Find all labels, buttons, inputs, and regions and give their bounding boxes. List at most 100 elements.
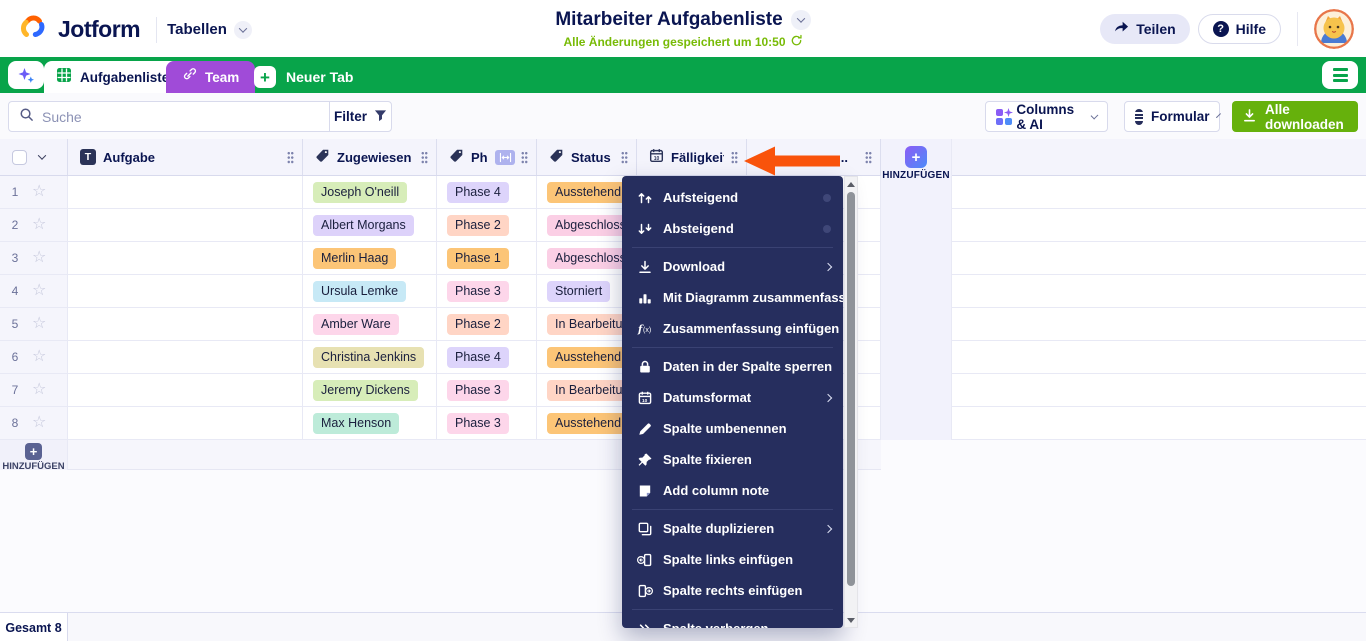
star-icon[interactable]: ☆ [32,184,46,200]
assignee-chip: Albert Morgans [313,215,414,236]
cell-aufgabe[interactable] [68,341,303,373]
help-button[interactable]: ? Hilfe [1198,14,1281,44]
tab-team[interactable]: Team [166,61,255,93]
row-number: 5 [0,317,30,331]
svg-text:10: 10 [654,156,660,162]
menu-item-spalte-fixieren[interactable]: Spalte fixieren [622,444,843,475]
cell-zugewiesen[interactable]: Merlin Haag [303,242,437,274]
header-divider [1297,12,1298,46]
menu-item-spalte-verbergen[interactable]: Spalte verbergen [622,613,843,628]
star-icon[interactable]: ☆ [32,283,46,299]
cell-phase[interactable]: Phase 4 [437,176,537,208]
toggle-dot [823,225,831,233]
refresh-icon[interactable] [790,34,803,50]
row-number: 4 [0,284,30,298]
menu-item-mit-diagramm-zusammenfassen[interactable]: Mit Diagramm zusammenfassen [622,282,843,313]
title-chevron-icon[interactable] [791,10,811,30]
avatar[interactable] [1314,9,1354,49]
star-icon[interactable]: ☆ [32,415,46,431]
cell-phase[interactable]: Phase 3 [437,374,537,406]
cell-phase[interactable]: Phase 1 [437,242,537,274]
cell-zugewiesen[interactable]: Ursula Lemke [303,275,437,307]
cell-aufgabe[interactable] [68,374,303,406]
menu-item-daten-in-der-spalte-sperren[interactable]: Daten in der Spalte sperren [622,351,843,382]
star-icon[interactable]: ☆ [32,217,46,233]
column-header-aufgabe[interactable]: T Aufgabe [68,139,303,175]
filter-button[interactable]: Filter [329,101,392,132]
cell-zugewiesen[interactable]: Joseph O'neill [303,176,437,208]
menu-item-label: Spalte umbenennen [663,421,787,436]
menu-item-spalte-rechts-einf-gen[interactable]: Spalte rechts einfügen [622,575,843,606]
scrollbar-thumb[interactable] [847,192,855,586]
ai-sparkle-button[interactable] [8,61,44,89]
share-button[interactable]: Teilen [1100,14,1189,44]
column-width-icon[interactable] [495,150,515,165]
cell-aufgabe[interactable] [68,209,303,241]
cell-aufgabe[interactable] [68,275,303,307]
menu-item-label: Spalte duplizieren [663,521,774,536]
cell-phase[interactable]: Phase 4 [437,341,537,373]
column-header-faelligkeit[interactable]: 10 Fälligkeit... [637,139,747,175]
cell-zugewiesen[interactable]: Christina Jenkins [303,341,437,373]
star-icon[interactable]: ☆ [32,250,46,266]
star-icon[interactable]: ☆ [32,316,46,332]
scroll-down-icon[interactable] [845,613,857,627]
add-row-button[interactable]: + HINZUFÜGEN [0,440,68,470]
column-header-status[interactable]: Status [537,139,637,175]
column-header-phase[interactable]: Ph... [437,139,537,175]
scroll-up-icon[interactable] [845,177,857,191]
menu-item-add-column-note[interactable]: Add column note [622,475,843,506]
star-icon[interactable]: ☆ [32,382,46,398]
menu-item-absteigend[interactable]: Absteigend [622,213,843,244]
tab-bar: Aufgabenliste Team + Neuer Tab [0,57,1366,93]
add-column-button[interactable]: + [905,146,927,168]
cell-aufgabe[interactable] [68,176,303,208]
calendar-icon: 10 [636,390,653,406]
menu-scrollbar[interactable] [844,176,858,628]
download-all-button[interactable]: Alle downloaden [1232,101,1358,132]
menu-item-datumsformat[interactable]: 10Datumsformat [622,382,843,413]
column-menu-icon[interactable] [865,151,872,164]
cell-zugewiesen[interactable]: Albert Morgans [303,209,437,241]
cell-aufgabe[interactable] [68,407,303,439]
cell-aufgabe[interactable] [68,308,303,340]
menu-item-spalte-umbenennen[interactable]: Spalte umbenennen [622,413,843,444]
submenu-arrow-icon [824,262,832,270]
menu-divider [632,509,833,510]
cell-phase[interactable]: Phase 2 [437,308,537,340]
column-header-zugewiesen[interactable]: Zugewiesen ... [303,139,437,175]
column-menu-icon[interactable] [521,151,528,164]
submenu-arrow-icon [824,524,832,532]
toggle-panel-button[interactable] [1322,61,1358,89]
menu-item-label: Spalte links einfügen [663,552,793,567]
menu-item-spalte-duplizieren[interactable]: Spalte duplizieren [622,513,843,544]
columns-ai-button[interactable]: Columns & AI [985,101,1108,132]
column-header-hidden[interactable]: ... [747,139,881,175]
column-menu-icon[interactable] [731,151,738,164]
menu-item-spalte-links-einf-gen[interactable]: Spalte links einfügen [622,544,843,575]
text-type-icon: T [80,149,96,165]
menu-item-zusammenfassung-einf-gen[interactable]: f(x)Zusammenfassung einfügen [622,313,843,344]
select-all-checkbox[interactable] [12,150,27,165]
cell-zugewiesen[interactable]: Amber Ware [303,308,437,340]
column-menu-icon[interactable] [287,151,294,164]
new-tab-button[interactable]: + Neuer Tab [254,61,353,93]
menu-item-label: Zusammenfassung einfügen [663,321,839,336]
cell-zugewiesen[interactable]: Max Henson [303,407,437,439]
form-button[interactable]: Formular [1124,101,1220,132]
column-menu-icon[interactable] [421,151,428,164]
star-icon[interactable]: ☆ [32,349,46,365]
cell-zugewiesen[interactable]: Jeremy Dickens [303,374,437,406]
cell-phase[interactable]: Phase 2 [437,209,537,241]
search-icon [19,107,34,127]
cell-aufgabe[interactable] [68,242,303,274]
search-input[interactable] [42,109,319,125]
chevron-down-icon[interactable] [38,151,46,159]
menu-item-aufsteigend[interactable]: Aufsteigend [622,182,843,213]
column-menu-icon[interactable] [621,151,628,164]
tag-icon [449,148,464,166]
cell-phase[interactable]: Phase 3 [437,407,537,439]
row-number: 7 [0,383,30,397]
cell-phase[interactable]: Phase 3 [437,275,537,307]
menu-item-download[interactable]: Download [622,251,843,282]
